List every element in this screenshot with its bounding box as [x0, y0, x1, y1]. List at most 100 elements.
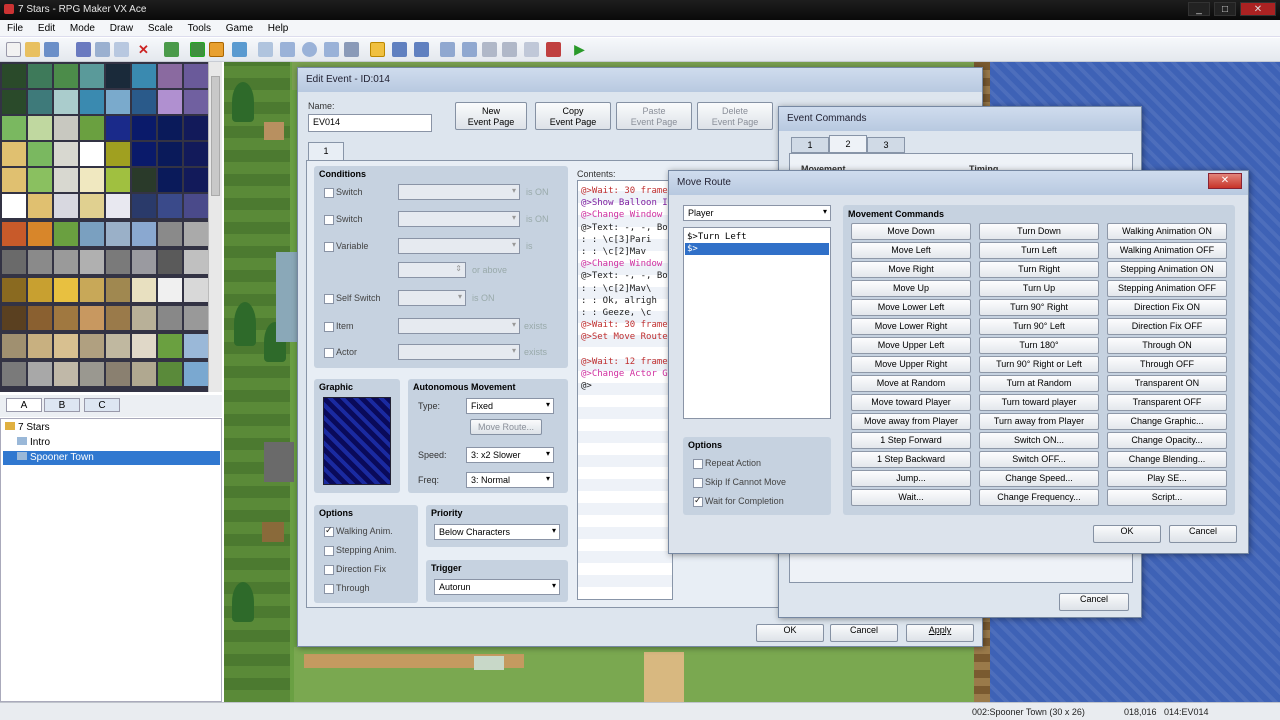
move-command-button[interactable]: Play SE... [1107, 470, 1227, 487]
save-project-icon[interactable] [44, 42, 59, 57]
switch-2-select[interactable]: ▾ [398, 211, 520, 227]
new-project-icon[interactable] [6, 42, 21, 57]
event-mode-icon[interactable] [209, 42, 224, 57]
shadow-pen-icon[interactable] [344, 42, 359, 57]
commands-tab-1[interactable]: 1 [791, 137, 829, 153]
move-command-button[interactable]: Turn away from Player [979, 413, 1099, 430]
switch-1-select[interactable]: ▾ [398, 184, 520, 200]
move-command-button[interactable]: Stepping Animation OFF [1107, 280, 1227, 297]
item-select[interactable]: ▾ [398, 318, 520, 334]
sound-test-icon[interactable] [502, 42, 517, 57]
move-command-button[interactable]: Move Lower Left [851, 299, 971, 316]
fill-icon[interactable] [324, 42, 339, 57]
move-command-button[interactable]: Move away from Player [851, 413, 971, 430]
scrollbar-thumb[interactable] [211, 76, 220, 196]
commands-tab-3[interactable]: 3 [867, 137, 905, 153]
move-command-button[interactable]: Walking Animation ON [1107, 223, 1227, 240]
move-route-button[interactable]: Move Route... [470, 419, 542, 435]
move-command-button[interactable]: Transparent ON [1107, 375, 1227, 392]
delete-icon[interactable]: ✕ [136, 42, 151, 57]
copy-icon[interactable] [95, 42, 110, 57]
self-switch-checkbox[interactable]: Self Switch [324, 293, 381, 304]
move-command-button[interactable]: Turn 180° [979, 337, 1099, 354]
move-command-button[interactable]: Turn Down [979, 223, 1099, 240]
tree-item-spooner-town[interactable]: Spooner Town [3, 451, 220, 465]
tab-b[interactable]: B [44, 398, 80, 412]
trigger-select[interactable]: Autorun ▾ [434, 579, 560, 595]
move-command-button[interactable]: Change Frequency... [979, 489, 1099, 506]
zoom-1x-icon[interactable] [370, 42, 385, 57]
stepping-anim-checkbox[interactable]: Stepping Anim. [324, 545, 397, 556]
commands-cancel-button[interactable]: Cancel [1059, 593, 1129, 611]
move-command-button[interactable]: Move Right [851, 261, 971, 278]
move-command-button[interactable]: Move Left [851, 242, 971, 259]
skip-if-cannot-move-checkbox[interactable]: Skip If Cannot Move [693, 477, 786, 488]
movement-frequency-select[interactable]: 3: Normal ▾ [466, 472, 554, 488]
route-item-turn-left[interactable]: $>Turn Left [687, 231, 747, 243]
cancel-button[interactable]: Cancel [830, 624, 898, 642]
contents-line[interactable]: : : \c[3]Pari [581, 234, 651, 246]
move-command-button[interactable]: Change Opacity... [1107, 432, 1227, 449]
pencil-icon[interactable] [258, 42, 273, 57]
map-mode-icon[interactable] [190, 42, 205, 57]
contents-line[interactable]: : : Ok, alrigh [581, 295, 657, 307]
move-command-button[interactable]: Turn 90° Right or Left [979, 356, 1099, 373]
ok-button[interactable]: OK [756, 624, 824, 642]
move-command-button[interactable]: Wait... [851, 489, 971, 506]
database-icon[interactable] [440, 42, 455, 57]
move-command-button[interactable]: Switch OFF... [979, 451, 1099, 468]
move-command-button[interactable]: Turn 90° Left [979, 318, 1099, 335]
contents-line[interactable]: @>Change Actor G [581, 368, 668, 380]
move-command-button[interactable]: Stepping Animation ON [1107, 261, 1227, 278]
minimize-button[interactable]: _ [1188, 2, 1210, 16]
contents-line[interactable]: @>Wait: 30 frame(s) [581, 185, 672, 197]
move-command-button[interactable]: Change Speed... [979, 470, 1099, 487]
move-command-button[interactable]: Move Lower Right [851, 318, 971, 335]
tab-a[interactable]: A [6, 398, 42, 412]
maximize-button[interactable]: □ [1214, 2, 1236, 16]
contents-line[interactable]: @>Wait: 30 frame(s) [581, 319, 672, 331]
menu-mode[interactable]: Mode [63, 20, 100, 34]
actor-select[interactable]: ▾ [398, 344, 520, 360]
move-route-list[interactable]: $>Turn Left $> [683, 227, 831, 419]
zoom-2x-icon[interactable] [392, 42, 407, 57]
resource-manager-icon[interactable] [462, 42, 477, 57]
tree-item-intro[interactable]: Intro [17, 436, 50, 450]
move-command-button[interactable]: Turn Left [979, 242, 1099, 259]
contents-line[interactable]: : : \c[2]Mav [581, 246, 646, 258]
contents-line[interactable]: @>Show Balloon Icon [581, 197, 672, 209]
move-route-ok-button[interactable]: OK [1093, 525, 1161, 543]
switch-2-checkbox[interactable]: Switch [324, 214, 363, 225]
move-route-cancel-button[interactable]: Cancel [1169, 525, 1237, 543]
move-command-button[interactable]: Move toward Player [851, 394, 971, 411]
new-event-page-button[interactable]: New Event Page [455, 102, 527, 130]
cut-icon[interactable] [76, 42, 91, 57]
contents-line[interactable]: @> [581, 380, 592, 392]
tileset-scrollbar[interactable] [208, 62, 222, 392]
variable-checkbox[interactable]: Variable [324, 241, 368, 252]
move-command-button[interactable]: Move at Random [851, 375, 971, 392]
region-mode-icon[interactable] [232, 42, 247, 57]
undo-icon[interactable] [164, 42, 179, 57]
move-command-button[interactable]: Direction Fix OFF [1107, 318, 1227, 335]
move-command-button[interactable]: Turn 90° Right [979, 299, 1099, 316]
priority-select[interactable]: Below Characters ▾ [434, 524, 560, 540]
contents-line[interactable]: @>Wait: 12 frame(s) [581, 356, 672, 368]
event-graphic-preview[interactable] [323, 397, 391, 485]
move-command-button[interactable]: Turn toward player [979, 394, 1099, 411]
move-command-button[interactable]: Move Upper Left [851, 337, 971, 354]
move-command-button[interactable]: Move Down [851, 223, 971, 240]
paste-event-page-button[interactable]: Paste Event Page [616, 102, 692, 130]
menu-draw[interactable]: Draw [103, 20, 138, 34]
menu-help[interactable]: Help [261, 20, 294, 34]
tileset-palette[interactable] [0, 62, 222, 392]
move-command-button[interactable]: Switch ON... [979, 432, 1099, 449]
move-route-close-button[interactable]: ✕ [1208, 173, 1242, 189]
self-switch-select[interactable]: ▾ [398, 290, 466, 306]
move-command-button[interactable]: Turn at Random [979, 375, 1099, 392]
variable-select[interactable]: ▾ [398, 238, 520, 254]
walking-anim-checkbox[interactable]: Walking Anim. [324, 525, 393, 537]
contents-line[interactable]: : : \c[2]Mav\ [581, 283, 651, 295]
move-command-button[interactable]: Turn Right [979, 261, 1099, 278]
move-command-button[interactable]: Move Up [851, 280, 971, 297]
